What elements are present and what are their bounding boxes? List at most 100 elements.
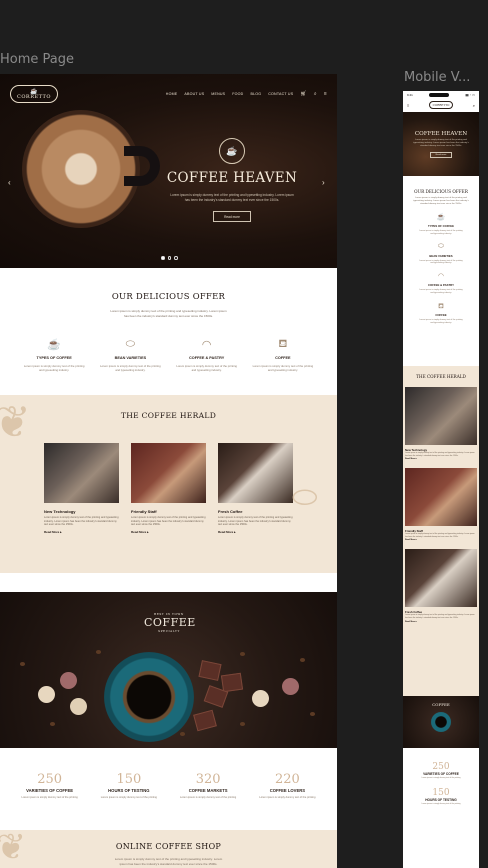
chocolate-piece <box>193 709 217 732</box>
brand-logo[interactable]: ☕ CORRETTO <box>10 85 58 103</box>
cart-icon[interactable]: ⌕ <box>473 103 475 108</box>
carousel-dot[interactable] <box>161 256 165 260</box>
read-more-link[interactable]: Read More ▸ <box>44 530 119 534</box>
menu-icon[interactable]: ≡ <box>407 103 409 108</box>
mobile-offer-title: OUR DELICIOUS OFFER <box>414 189 468 194</box>
section-spacer <box>0 573 337 592</box>
news-card-desc: Lorem ipsum is simply dummy text of the … <box>131 516 206 527</box>
news-card-title: New Technology <box>44 509 76 514</box>
mobile-offer-item[interactable]: ⬭ BEAN VARIETIES Lorem ipsum is simply d… <box>403 243 479 266</box>
read-more-link[interactable]: Read More ▸ <box>131 530 206 534</box>
fresh-coffee-photo <box>218 443 293 503</box>
chocolate-piece <box>198 660 222 681</box>
offer-item-desc: Lorem ipsum is simply dummy text of the … <box>419 230 463 235</box>
mobile-coffee-banner: COFFEE <box>403 696 479 748</box>
latte-cup-image <box>22 110 140 228</box>
offer-item-desc: Lorem ipsum is simply dummy text of the … <box>176 364 237 372</box>
next-arrow-icon[interactable]: › <box>322 178 325 187</box>
news-card-desc: Lorem ipsum is simply dummy text of the … <box>405 452 475 457</box>
offer-item[interactable]: ◜◝ COFFEE & PASTRY Lorem ipsum is simply… <box>176 338 238 372</box>
news-card-desc: Lorem ipsum is simply dummy text of the … <box>405 533 475 538</box>
menu-icon[interactable]: ≡ <box>324 91 327 97</box>
coffee-bean <box>20 662 25 666</box>
carousel-dot[interactable] <box>174 256 178 260</box>
news-card[interactable]: Fresh Coffee Lorem ipsum is simply dummy… <box>218 443 293 534</box>
shop-section: ❦ ONLINE COFFEE SHOP Lorem ipsum is simp… <box>0 826 337 868</box>
herald-title: THE COFFEE HERALD <box>120 411 217 420</box>
carousel-dot[interactable] <box>167 256 171 260</box>
nav-item-contact[interactable]: CONTACT US <box>268 92 293 96</box>
nav-item-about[interactable]: ABOUT US <box>184 92 204 96</box>
mobile-offer-item[interactable]: ◜◝ COFFEE & PASTRY Lorem ipsum is simply… <box>403 272 479 295</box>
news-card[interactable]: Friendly Staff Lorem ipsum is simply dum… <box>131 443 206 534</box>
mobile-status-bar: 9:41 ▮▮ ◔ ▭ <box>403 91 479 98</box>
mobile-news-card[interactable]: Friendly Staff Lorem ipsum is simply dum… <box>405 468 477 541</box>
read-more-link[interactable]: Read More ▸ <box>405 539 477 541</box>
macaron <box>252 690 269 707</box>
coffee-bean <box>240 722 245 726</box>
mobile-offer-item[interactable]: ☕ TYPES OF COFFEE Lorem ipsum is simply … <box>403 213 479 236</box>
mobile-news-card[interactable]: Fresh Coffee Lorem ipsum is simply dummy… <box>405 549 477 623</box>
carousel-dots <box>161 256 178 260</box>
mobile-offer-item[interactable]: ⛾ COFFEE Lorem ipsum is simply dummy tex… <box>403 302 479 325</box>
news-card[interactable]: New Technology Lorem ipsum is simply dum… <box>44 443 119 534</box>
mobile-news-card[interactable]: New Technology Lorem ipsum is simply dum… <box>405 387 477 460</box>
home-page-frame[interactable]: ☕ CORRETTO HOME ABOUT US MENUS FOOD BLOG… <box>0 74 337 868</box>
nav-item-food[interactable]: FOOD <box>232 92 243 96</box>
home-frame-label[interactable]: Home Page <box>0 52 74 67</box>
offer-item[interactable]: ☕ TYPES OF COFFEE Lorem ipsum is simply … <box>23 338 85 372</box>
stat-item: 320 COFFEE MARKETS Lorem ipsum is simply… <box>172 772 244 830</box>
stat-label: HOURS OF TESTING <box>425 798 457 802</box>
stat-label: HOURS OF TESTING <box>108 788 150 793</box>
stat-desc: Lorem ipsum is simply dummy text of the … <box>421 803 461 805</box>
design-canvas: Home Page Mobile V... ☕ CORRETTO HOME AB… <box>0 0 488 868</box>
read-more-link[interactable]: Read More ▸ <box>218 530 293 534</box>
coffee-bean <box>300 658 305 662</box>
mobile-read-more-button[interactable]: Read more <box>430 152 452 158</box>
status-icons: ▮▮ ◔ ▭ <box>465 92 475 97</box>
search-icon[interactable]: ⌕ <box>314 91 317 97</box>
stat-desc: Lorem ipsum is simply dummy text of the … <box>421 777 461 779</box>
mobile-offer-text: Lorem ipsum is simply dummy text of the … <box>413 197 469 205</box>
mobile-hero-title: COFFEE HEAVEN <box>414 131 468 137</box>
offer-item-desc: Lorem ipsum is simply dummy text of the … <box>419 259 463 265</box>
cart-icon[interactable]: 🛒︎ <box>300 91 307 97</box>
stat-number: 250 <box>37 772 63 787</box>
stat-label: COFFEE MARKETS <box>188 788 228 793</box>
offer-item-label: TYPES OF COFFEE <box>36 356 72 360</box>
mobile-frame[interactable]: 9:41 ▮▮ ◔ ▭ ≡ CORRETTO ⌕ COFFEE HEAVEN L… <box>403 91 479 868</box>
to-go-cup-icon: ⛾ <box>438 302 444 310</box>
croissant-icon: ◜◝ <box>438 273 444 281</box>
mobile-frame-label[interactable]: Mobile V... <box>404 70 470 85</box>
herald-section: ❦ ⬭ THE COFFEE HERALD New Technology Lor… <box>0 395 337 573</box>
offer-section: OUR DELICIOUS OFFER Lorem ipsum is simpl… <box>0 268 337 395</box>
prev-arrow-icon[interactable]: ‹ <box>8 178 11 187</box>
nav-item-home[interactable]: HOME <box>166 92 178 96</box>
nav-item-blog[interactable]: BLOG <box>250 92 261 96</box>
mobile-nav: ≡ CORRETTO ⌕ <box>403 98 479 112</box>
offer-item-label: BEAN VARIETIES <box>429 253 453 258</box>
offer-item-desc: Lorem ipsum is simply dummy text of the … <box>23 364 85 372</box>
mobile-logo[interactable]: CORRETTO <box>428 101 454 109</box>
stat-number: 150 <box>432 788 450 798</box>
badge-ribbon: SPECIALTY <box>158 629 180 633</box>
top-nav: ☕ CORRETTO HOME ABOUT US MENUS FOOD BLOG… <box>10 84 327 104</box>
read-more-link[interactable]: Read More ▸ <box>405 621 477 623</box>
offer-item[interactable]: ⛾ COFFEE Lorem ipsum is simply dummy tex… <box>252 338 314 372</box>
offer-item[interactable]: ⬭ BEAN VARIETIES Lorem ipsum is simply d… <box>99 338 161 372</box>
croissant-icon: ◜◝ <box>202 339 211 351</box>
macaron <box>70 698 87 715</box>
read-more-link[interactable]: Read More ▸ <box>405 458 477 460</box>
espresso-machine-photo <box>405 387 477 445</box>
chocolate-piece <box>220 672 244 693</box>
coffee-bean <box>310 712 315 716</box>
coffee-branch-decor: ❦ <box>0 398 31 447</box>
nav-item-menus[interactable]: MENUS <box>211 92 225 96</box>
stats-section: 250 VARIETIES OF COFFEE Lorem ipsum is s… <box>0 748 337 830</box>
hero-section: ☕ CORRETTO HOME ABOUT US MENUS FOOD BLOG… <box>0 74 337 268</box>
coffee-seal-icon: ☕ <box>219 138 245 164</box>
mobile-herald-section: THE COFFEE HERALD New Technology Lorem i… <box>403 366 479 696</box>
mobile-badge-title: COFFEE <box>432 702 450 707</box>
hero-read-more-button[interactable]: Read more <box>213 211 251 222</box>
mobile-offer-section: OUR DELICIOUS OFFER Lorem ipsum is simpl… <box>403 176 479 366</box>
